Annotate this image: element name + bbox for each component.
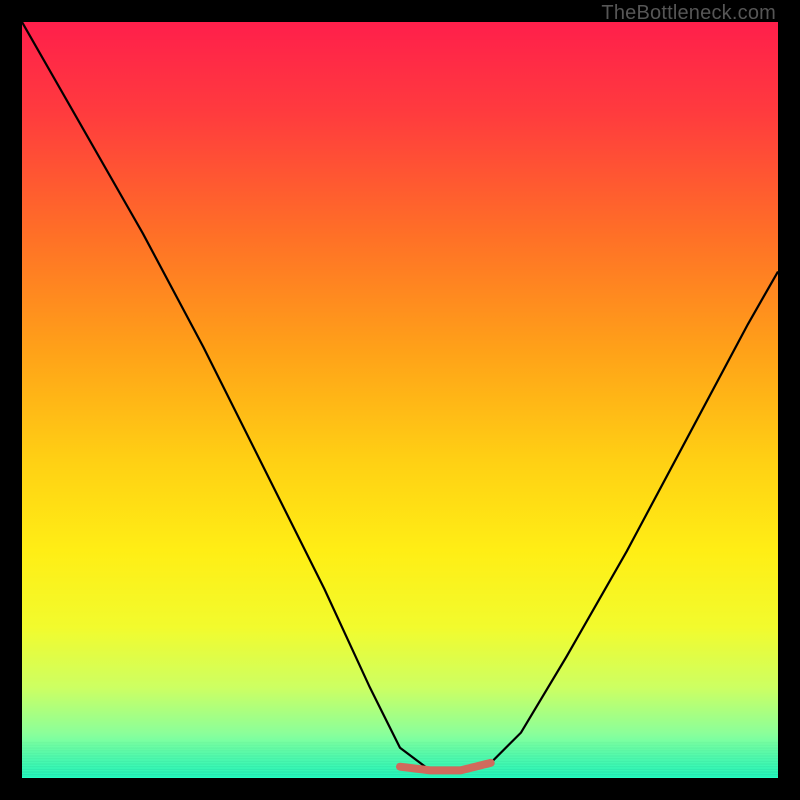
watermark-text: TheBottleneck.com xyxy=(601,2,776,25)
plot-background xyxy=(22,22,778,778)
chart-frame xyxy=(22,22,778,778)
bottleneck-chart xyxy=(22,22,778,778)
